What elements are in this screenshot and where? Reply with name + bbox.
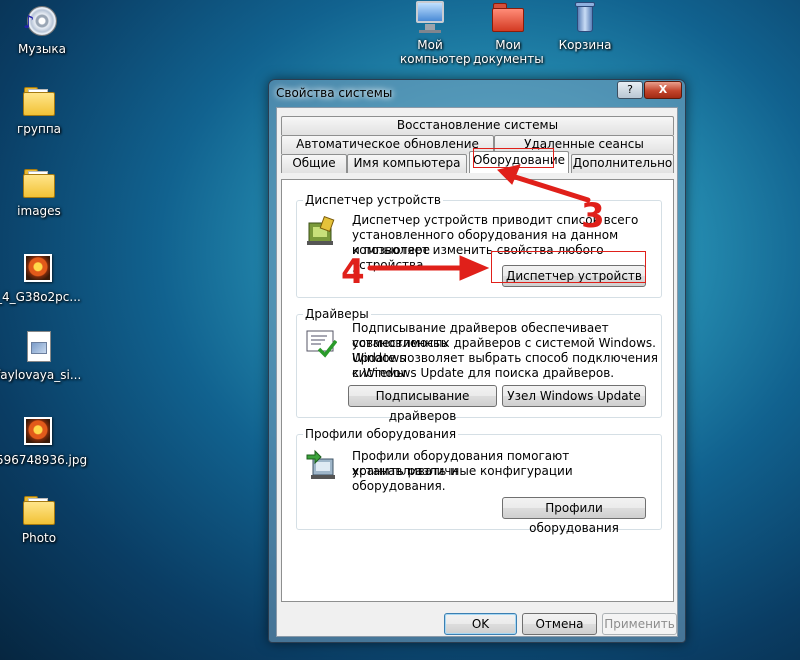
annotation-arrow-3 [497, 164, 591, 203]
annotation-number-4: 4 [341, 252, 365, 292]
annotation-box-device-manager-button [491, 251, 646, 283]
annotation-number-3: 3 [581, 196, 605, 236]
annotation-arrow-4 [367, 255, 490, 281]
annotation-box-hardware-tab [473, 148, 554, 168]
annotation-arrows [367, 164, 591, 281]
